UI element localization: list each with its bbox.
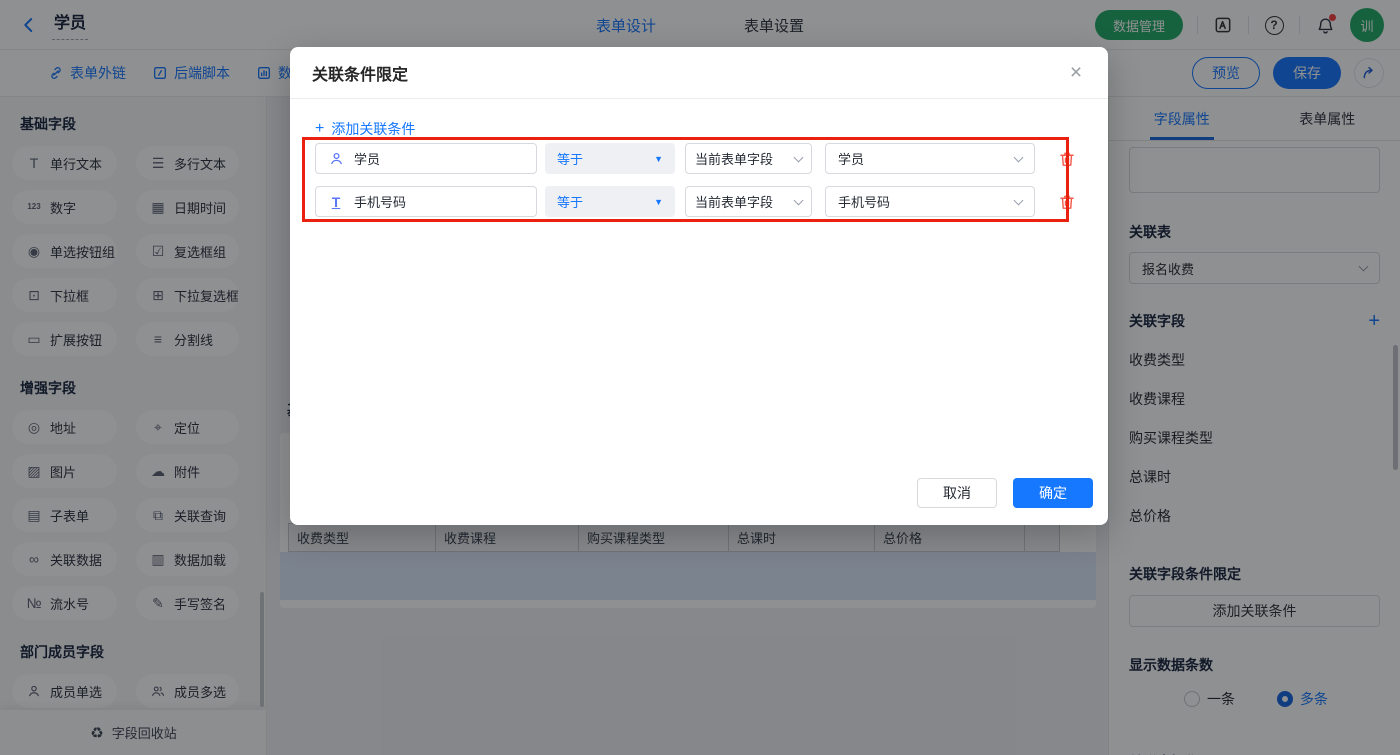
caret-down-icon: ▼ [654, 197, 663, 207]
confirm-button[interactable]: 确定 [1013, 478, 1093, 508]
app-window: 学员 表单设计 表单设置 数据管理 ? 训 [0, 0, 1400, 755]
dialog-footer: 取消 确定 [917, 478, 1093, 508]
source-select[interactable]: 当前表单字段 [685, 186, 812, 217]
operator-select[interactable]: 等于 ▼ [545, 143, 675, 174]
close-icon[interactable]: × [1064, 61, 1088, 85]
chevron-down-icon [794, 195, 804, 205]
cancel-button[interactable]: 取消 [917, 478, 997, 508]
caret-down-icon: ▼ [654, 154, 663, 164]
delete-condition-icon[interactable] [1058, 150, 1076, 168]
source-select[interactable]: 当前表单字段 [685, 143, 812, 174]
condition-field-select[interactable]: 学员 [315, 143, 537, 174]
value-select[interactable]: 学员 [825, 143, 1035, 174]
condition-field-select[interactable]: T 手机号码 [315, 186, 537, 217]
dialog-header: 关联条件限定 [290, 47, 1108, 99]
add-condition-link[interactable]: + 添加关联条件 [315, 119, 415, 139]
chevron-down-icon [1014, 195, 1024, 205]
condition-row: 学员 [315, 143, 537, 174]
plus-icon: + [315, 120, 324, 138]
condition-limit-dialog: 关联条件限定 × + 添加关联条件 学员 等于 ▼ 当前表单字段 学员 [290, 47, 1108, 525]
dialog-title: 关联条件限定 [312, 61, 408, 85]
chevron-down-icon [794, 152, 804, 162]
person-icon [328, 151, 344, 166]
delete-condition-icon[interactable] [1058, 193, 1076, 211]
operator-select[interactable]: 等于 ▼ [545, 186, 675, 217]
value-select[interactable]: 手机号码 [825, 186, 1035, 217]
text-icon: T [328, 194, 344, 210]
condition-row: T 手机号码 [315, 186, 537, 217]
chevron-down-icon [1014, 152, 1024, 162]
